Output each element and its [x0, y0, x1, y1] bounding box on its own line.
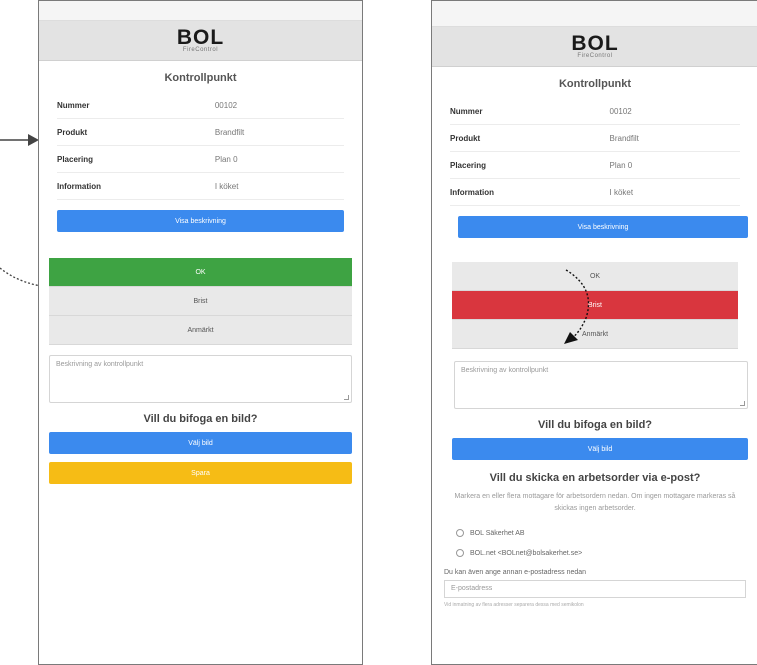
email-footnote: Vid inmatning av flera adresser separera…: [444, 602, 584, 608]
workorder-heading: Vill du skicka en arbetsorder via e-post…: [489, 472, 701, 484]
app-header: BOL FireControl: [39, 21, 362, 61]
info-table: Nummer 00102 Produkt Brandfilt Placering…: [450, 98, 740, 206]
info-table: Nummer 00102 Produkt Brandfilt Placering…: [57, 92, 344, 200]
info-label: Placering: [57, 154, 94, 164]
status-remark-button[interactable]: Anmärkt: [49, 316, 352, 345]
show-description-button[interactable]: Visa beskrivning: [57, 210, 344, 232]
info-label: Information: [57, 181, 101, 191]
info-value: I köket: [214, 181, 239, 191]
info-value: Plan 0: [609, 160, 633, 170]
page-title: Kontrollpunkt: [164, 72, 237, 84]
resize-handle-icon[interactable]: [344, 395, 349, 400]
radio-icon[interactable]: [456, 529, 464, 537]
info-label: Nummer: [57, 100, 90, 110]
info-value: Brandfilt: [214, 127, 245, 137]
phone-screen-right: BOL FireControl Kontrollpunkt Nummer 001…: [431, 0, 757, 665]
stage: BOL FireControl Kontrollpunkt Nummer 001…: [0, 0, 757, 665]
info-value: Brandfilt: [609, 133, 639, 143]
attach-image-heading: Vill du bifoga en bild?: [143, 413, 258, 425]
save-button[interactable]: Spara: [49, 462, 352, 484]
recipient-label: BOL Säkerhet AB: [470, 529, 525, 537]
radio-icon[interactable]: [456, 549, 464, 557]
status-ok-button[interactable]: OK: [49, 258, 352, 287]
resize-handle-icon[interactable]: [740, 401, 745, 406]
status-group: OK Brist Anmärkt: [49, 258, 352, 345]
app-header: BOL FireControl: [432, 27, 757, 67]
bol-logo: BOL: [176, 25, 225, 49]
info-label: Produkt: [57, 127, 88, 137]
email-input[interactable]: E-postadress: [444, 580, 746, 598]
info-label: Produkt: [450, 133, 481, 143]
annotation-arrow-product: [0, 134, 39, 146]
info-value: 00102: [214, 100, 238, 110]
info-label: Information: [450, 187, 494, 197]
status-strip: [432, 1, 757, 27]
info-row: Nummer 00102: [57, 92, 344, 119]
status-fail-button[interactable]: Brist: [49, 287, 352, 316]
info-label: Nummer: [450, 106, 483, 116]
info-row: Produkt Brandfilt: [450, 125, 740, 152]
description-textarea[interactable]: Beskrivning av kontrollpunkt: [454, 361, 748, 409]
choose-image-button[interactable]: Välj bild: [49, 432, 352, 454]
logo-tagline: FireControl: [182, 46, 219, 53]
status-strip: [39, 1, 362, 21]
recipient-option[interactable]: BOL.net <BOLnet@bolsakerhet.se>: [456, 543, 757, 563]
recipient-option[interactable]: BOL Säkerhet AB: [456, 523, 757, 543]
attach-image-heading: Vill du bifoga en bild?: [537, 419, 653, 431]
email-label: Du kan även ange annan e-postadress neda…: [444, 569, 587, 576]
info-value: 00102: [609, 106, 632, 116]
info-value: I köket: [609, 187, 634, 197]
textarea-placeholder: Beskrivning av kontrollpunkt: [461, 367, 549, 374]
phone-screen-left: BOL FireControl Kontrollpunkt Nummer 001…: [38, 0, 363, 665]
status-group: OK Brist Anmärkt: [452, 262, 738, 349]
description-textarea[interactable]: Beskrivning av kontrollpunkt: [49, 355, 352, 403]
info-row: Information I köket: [450, 179, 740, 206]
logo-tagline: FireControl: [577, 52, 613, 59]
email-placeholder: E-postadress: [451, 585, 493, 592]
info-row: Placering Plan 0: [450, 152, 740, 179]
info-label: Placering: [450, 160, 487, 170]
info-value: Plan 0: [214, 154, 238, 164]
info-row: Nummer 00102: [450, 98, 740, 125]
info-row: Information I köket: [57, 173, 344, 200]
textarea-placeholder: Beskrivning av kontrollpunkt: [56, 361, 144, 368]
choose-image-button[interactable]: Välj bild: [452, 438, 748, 460]
workorder-hint: Markera en eller flera mottagare för arb…: [454, 493, 736, 512]
annotation-arrow-fail: [564, 269, 590, 344]
info-row: Produkt Brandfilt: [57, 119, 344, 146]
page-title: Kontrollpunkt: [558, 78, 632, 90]
info-row: Placering Plan 0: [57, 146, 344, 173]
show-description-button[interactable]: Visa beskrivning: [458, 216, 748, 238]
bol-logo: BOL: [571, 31, 619, 55]
recipient-label: BOL.net <BOLnet@bolsakerhet.se>: [470, 549, 583, 557]
